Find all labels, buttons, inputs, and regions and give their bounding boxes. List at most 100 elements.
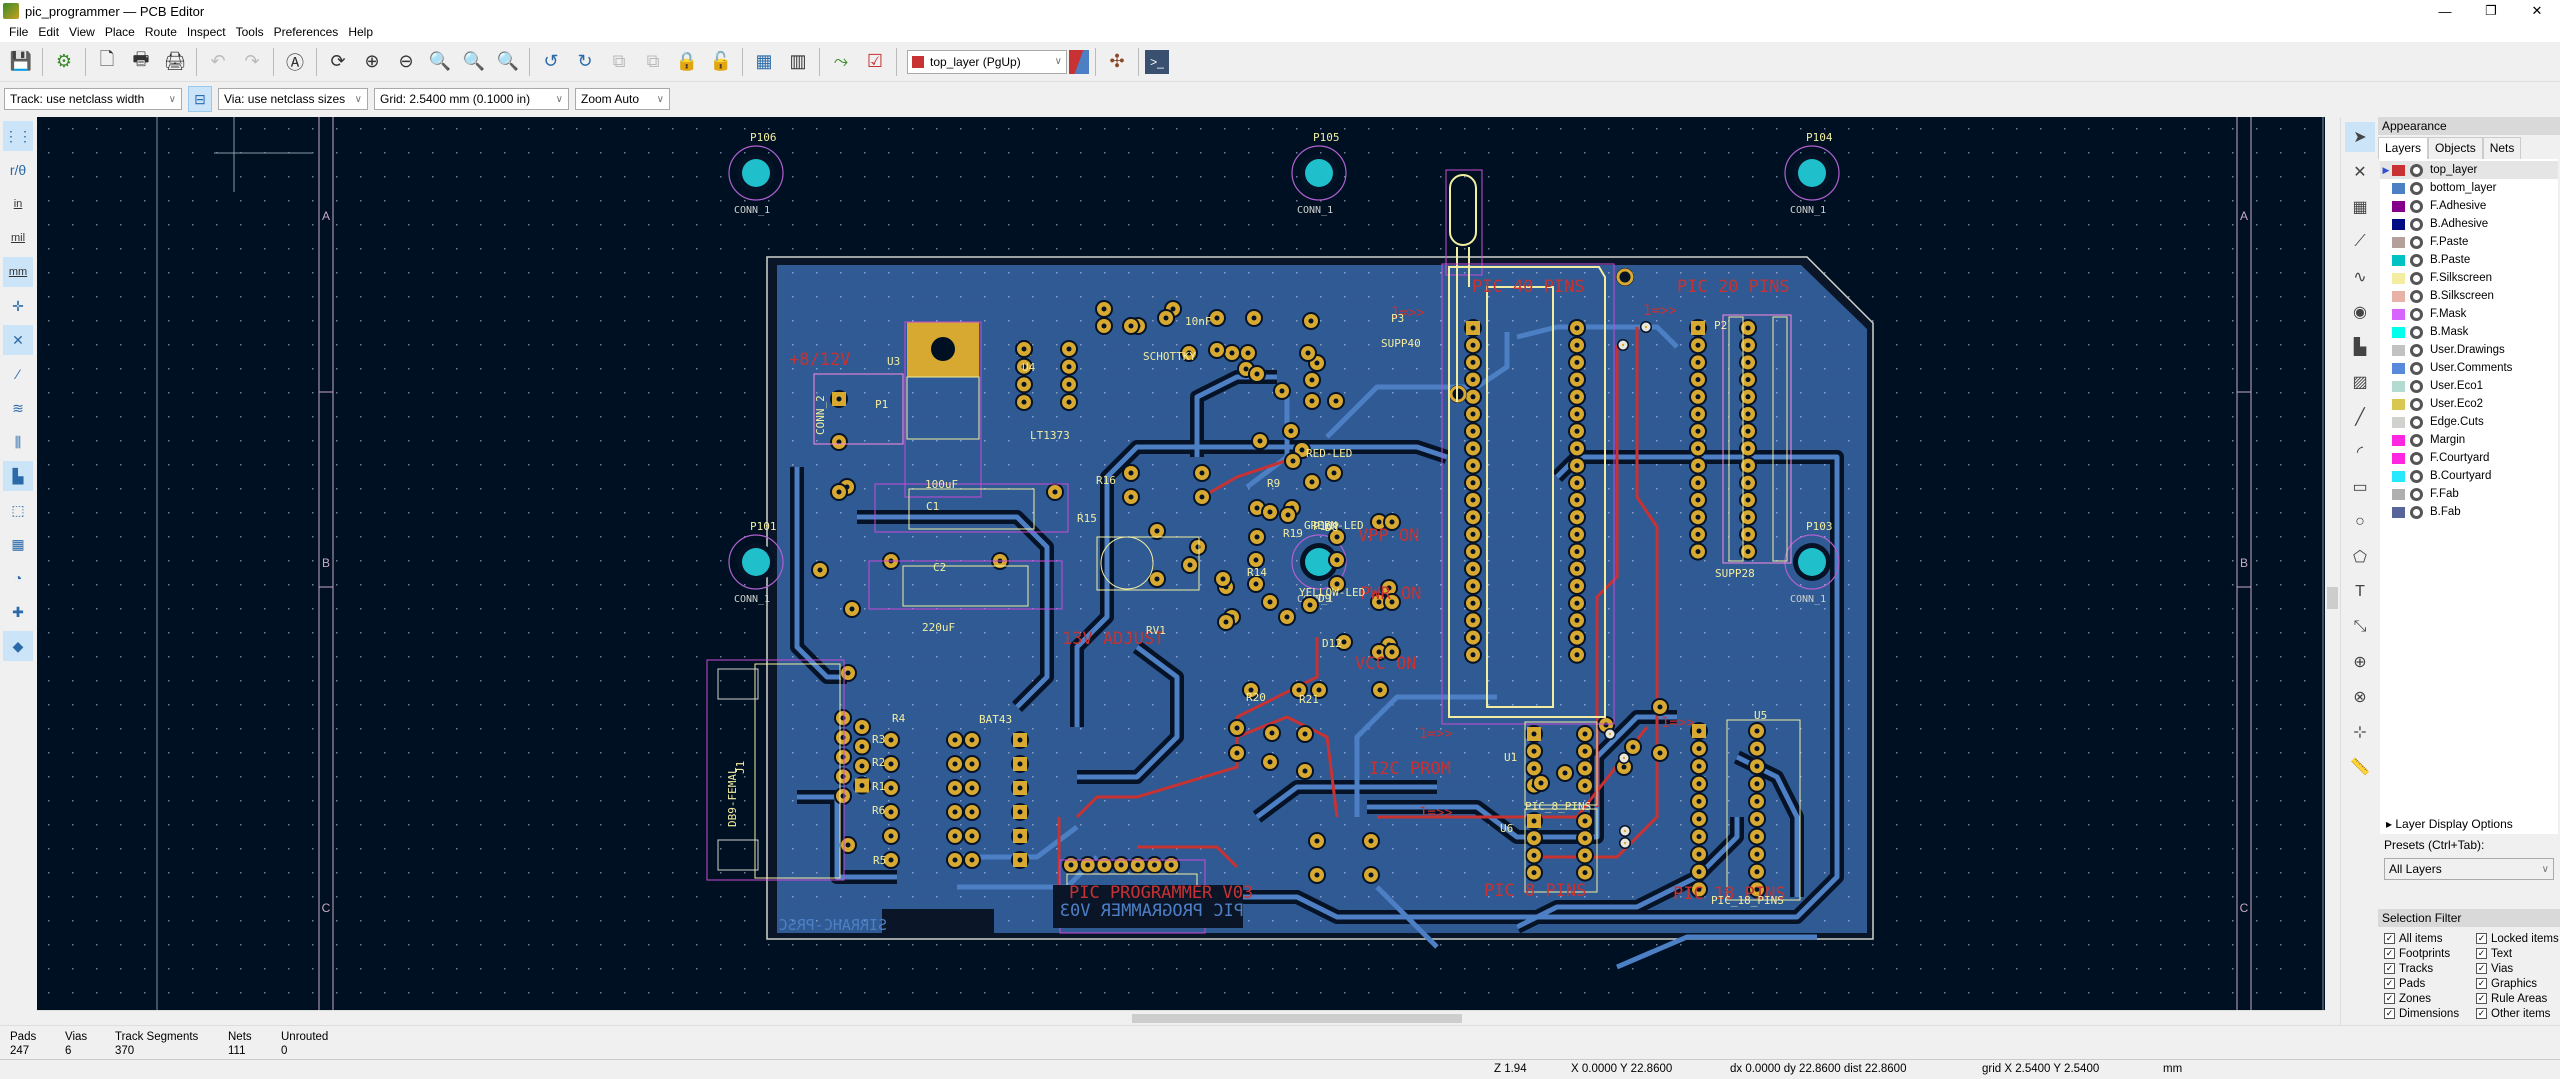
eye-icon[interactable] — [2410, 487, 2423, 501]
rotate-cw-icon[interactable]: ↻ — [570, 47, 600, 77]
eye-icon[interactable] — [2410, 163, 2423, 177]
eye-icon[interactable] — [2410, 325, 2423, 339]
layer-color-swatch[interactable] — [2392, 164, 2405, 176]
via-size-select[interactable]: Via: use netclass sizes ∨ — [218, 88, 368, 110]
print-icon[interactable]: 🖶 — [126, 47, 156, 77]
filter-checkbox[interactable]: ✓ Vias — [2476, 961, 2560, 976]
units-mm-icon[interactable]: mm — [3, 257, 33, 287]
auto-track-width-button[interactable]: ⊟ — [188, 86, 212, 112]
tab-layers[interactable]: Layers — [2378, 137, 2429, 159]
filter-checkbox[interactable]: ✓ Other items — [2476, 1006, 2560, 1021]
zoom-selection-icon[interactable]: 🔍 — [493, 47, 523, 77]
ungroup-icon[interactable]: ⧉ — [638, 47, 668, 77]
cursor-crosshair-icon[interactable]: ✛ — [3, 291, 33, 321]
layer-color-swatch[interactable] — [2392, 182, 2405, 194]
layer-color-swatch[interactable] — [2392, 470, 2405, 482]
layer-row[interactable]: F.Mask — [2380, 305, 2558, 323]
eye-icon[interactable] — [2410, 199, 2423, 213]
layer-color-swatch[interactable] — [2392, 416, 2405, 428]
layer-row[interactable]: B.Paste — [2380, 251, 2558, 269]
measure-icon[interactable]: 📏 — [2345, 752, 2375, 782]
layer-color-swatch[interactable] — [2392, 380, 2405, 392]
add-target-icon[interactable]: ⊕ — [2345, 647, 2375, 677]
draw-rect-icon[interactable]: ▭ — [2345, 472, 2375, 502]
redo-icon[interactable]: ↷ — [237, 47, 267, 77]
add-rule-area-icon[interactable]: ▨ — [2345, 367, 2375, 397]
eye-icon[interactable] — [2410, 235, 2423, 249]
grid-select[interactable]: Grid: 2.5400 mm (0.1000 in) ∨ — [374, 88, 569, 110]
netlist-update-icon[interactable]: ▦ — [749, 47, 779, 77]
menu-preferences[interactable]: Preferences — [269, 25, 344, 39]
eye-icon[interactable] — [2410, 181, 2423, 195]
layer-color-swatch[interactable] — [2392, 506, 2405, 518]
layer-row[interactable]: F.Paste — [2380, 233, 2558, 251]
layer-manager-icon[interactable]: ◆ — [3, 631, 33, 661]
zoom-in-icon[interactable]: ⊕ — [357, 47, 387, 77]
layer-color-swatch[interactable] — [2392, 308, 2405, 320]
draw-circle-icon[interactable]: ○ — [2345, 507, 2375, 537]
scroll-thumb[interactable] — [1132, 1014, 1462, 1023]
eye-icon[interactable] — [2410, 469, 2423, 483]
close-button[interactable]: ✕ — [2514, 0, 2560, 22]
menu-file[interactable]: File — [4, 25, 33, 39]
layer-row[interactable]: F.Adhesive — [2380, 197, 2558, 215]
layer-row[interactable]: F.Silkscreen — [2380, 269, 2558, 287]
layer-color-swatch[interactable] — [2392, 434, 2405, 446]
save-icon[interactable]: 💾 — [6, 47, 36, 77]
presets-select[interactable]: All Layers ∨ — [2384, 858, 2554, 880]
undo-icon[interactable]: ↶ — [203, 47, 233, 77]
layer-color-swatch[interactable] — [2392, 362, 2405, 374]
checkbox-checked-icon[interactable]: ✓ — [2476, 978, 2487, 989]
checkbox-checked-icon[interactable]: ✓ — [2384, 948, 2395, 959]
filter-checkbox[interactable]: ✓ Footprints — [2384, 946, 2476, 961]
filter-checkbox[interactable]: ✓ Graphics — [2476, 976, 2560, 991]
layer-row[interactable]: B.Silkscreen — [2380, 287, 2558, 305]
layer-row[interactable]: User.Comments — [2380, 359, 2558, 377]
zoom-objects-icon[interactable]: 🔍 — [459, 47, 489, 77]
menu-inspect[interactable]: Inspect — [182, 25, 231, 39]
polar-coords-icon[interactable]: r/θ — [3, 155, 33, 185]
layer-row[interactable]: ▶ top_layer — [2380, 161, 2558, 179]
eye-icon[interactable] — [2410, 289, 2423, 303]
layer-pair-icon[interactable] — [1069, 49, 1089, 74]
checkbox-checked-icon[interactable]: ✓ — [2384, 963, 2395, 974]
layer-row[interactable]: User.Eco2 — [2380, 395, 2558, 413]
pcb-canvas[interactable]: A B C A B C P106 CONN_1 P105 CONN_1 P104… — [37, 117, 2325, 1010]
filter-checkbox[interactable]: ✓ Pads — [2384, 976, 2476, 991]
scroll-thumb[interactable] — [2327, 587, 2338, 609]
filter-checkbox[interactable]: ✓ Dimensions — [2384, 1006, 2476, 1021]
layer-row[interactable]: Margin — [2380, 431, 2558, 449]
menu-tools[interactable]: Tools — [231, 25, 269, 39]
layer-color-swatch[interactable] — [2392, 290, 2405, 302]
plot-icon[interactable]: 🖨 — [160, 47, 190, 77]
layer-color-swatch[interactable] — [2392, 272, 2405, 284]
via-display-icon[interactable]: ◔ — [3, 563, 33, 593]
layer-row[interactable]: B.Fab — [2380, 503, 2558, 521]
zoom-select[interactable]: Zoom Auto ∨ — [575, 88, 670, 110]
eye-icon[interactable] — [2410, 397, 2423, 411]
autoroute-icon[interactable]: ⤳ — [826, 47, 856, 77]
eye-icon[interactable] — [2410, 505, 2423, 519]
checkbox-checked-icon[interactable]: ✓ — [2476, 948, 2487, 959]
filter-checkbox[interactable]: ✓ Zones — [2384, 991, 2476, 1006]
scripting-console-icon[interactable]: >_ — [1145, 49, 1169, 74]
layer-color-swatch[interactable] — [2392, 218, 2405, 230]
layer-color-swatch[interactable] — [2392, 452, 2405, 464]
eye-icon[interactable] — [2410, 253, 2423, 267]
filter-checkbox[interactable]: ✓ Text — [2476, 946, 2560, 961]
delete-icon[interactable]: ⊗ — [2345, 682, 2375, 712]
layer-color-swatch[interactable] — [2392, 200, 2405, 212]
minimize-button[interactable]: — — [2422, 0, 2468, 22]
add-via-icon[interactable]: ◉ — [2345, 297, 2375, 327]
zoom-fit-icon[interactable]: 🔍 — [425, 47, 455, 77]
restore-button[interactable]: ❐ — [2468, 0, 2514, 22]
filter-checkbox[interactable]: ✓ Locked items — [2476, 931, 2560, 946]
layer-row[interactable]: B.Adhesive — [2380, 215, 2558, 233]
footprint-outline-icon[interactable]: ⬚ — [3, 495, 33, 525]
active-layer-select[interactable]: top_layer (PgUp) ∨ — [907, 49, 1067, 74]
layer-row[interactable]: Edge.Cuts — [2380, 413, 2558, 431]
checkbox-checked-icon[interactable]: ✓ — [2384, 993, 2395, 1004]
grid-origin-icon[interactable]: ⊹ — [2345, 717, 2375, 747]
pad-display-icon[interactable]: ▙ — [3, 461, 33, 491]
ratsnest-icon[interactable]: ✕ — [3, 325, 33, 355]
